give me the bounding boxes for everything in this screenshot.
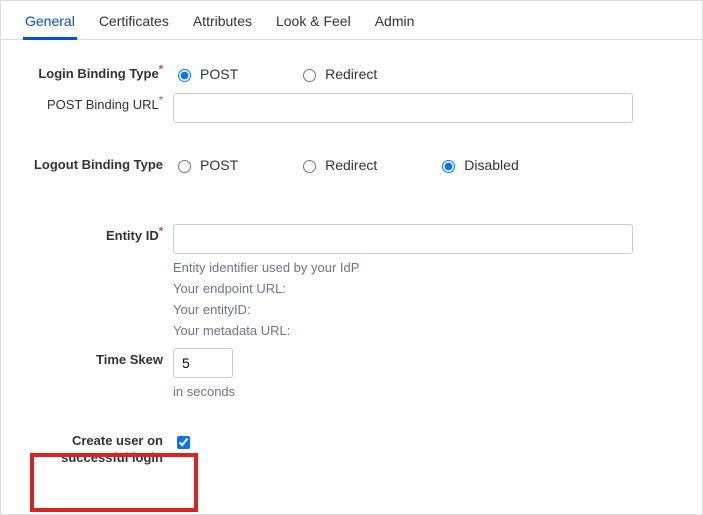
login-binding-redirect-radio[interactable]: Redirect: [298, 66, 377, 82]
tab-certificates[interactable]: Certificates: [97, 7, 171, 40]
time-skew-unit: in seconds: [173, 384, 680, 399]
logout-binding-redirect-label: Redirect: [325, 157, 377, 173]
metadata-url-hint: Your metadata URL:: [173, 323, 680, 338]
time-skew-label: Time Skew: [23, 348, 173, 369]
tab-general[interactable]: General: [23, 7, 77, 40]
post-binding-url-label: POST Binding URL*: [23, 93, 173, 114]
logout-binding-post-input[interactable]: [178, 160, 191, 173]
create-user-label: Create user on successful login: [23, 429, 173, 467]
logout-binding-redirect-input[interactable]: [303, 160, 316, 173]
logout-binding-disabled-input[interactable]: [442, 160, 455, 173]
endpoint-url-hint: Your endpoint URL:: [173, 281, 680, 296]
tab-bar: General Certificates Attributes Look & F…: [1, 1, 702, 40]
time-skew-input[interactable]: [173, 348, 233, 378]
logout-binding-post-radio[interactable]: POST: [173, 157, 238, 173]
logout-binding-redirect-radio[interactable]: Redirect: [298, 157, 377, 173]
login-binding-redirect-input[interactable]: [303, 69, 316, 82]
logout-binding-disabled-label: Disabled: [464, 157, 518, 173]
settings-panel: General Certificates Attributes Look & F…: [0, 0, 703, 515]
login-binding-post-radio[interactable]: POST: [173, 66, 238, 82]
entity-id-input[interactable]: [173, 224, 633, 254]
tab-admin[interactable]: Admin: [373, 7, 417, 40]
logout-binding-post-label: POST: [200, 157, 238, 173]
login-binding-redirect-label: Redirect: [325, 66, 377, 82]
general-form: Login Binding Type* POST Redirect PO: [1, 40, 702, 487]
logout-binding-disabled-radio[interactable]: Disabled: [437, 157, 518, 173]
tab-attributes[interactable]: Attributes: [191, 7, 254, 40]
create-user-checkbox[interactable]: [177, 436, 190, 449]
post-binding-url-input[interactable]: [173, 93, 633, 123]
entity-id-label: Entity ID*: [23, 224, 173, 245]
tab-lookfeel[interactable]: Look & Feel: [274, 7, 353, 40]
logout-binding-type-label: Logout Binding Type: [23, 153, 173, 174]
login-binding-post-input[interactable]: [178, 69, 191, 82]
login-binding-post-label: POST: [200, 66, 238, 82]
entity-id-hint: Entity identifier used by your IdP: [173, 260, 680, 275]
login-binding-type-label: Login Binding Type*: [23, 62, 173, 83]
your-entityid-hint: Your entityID:: [173, 302, 680, 317]
